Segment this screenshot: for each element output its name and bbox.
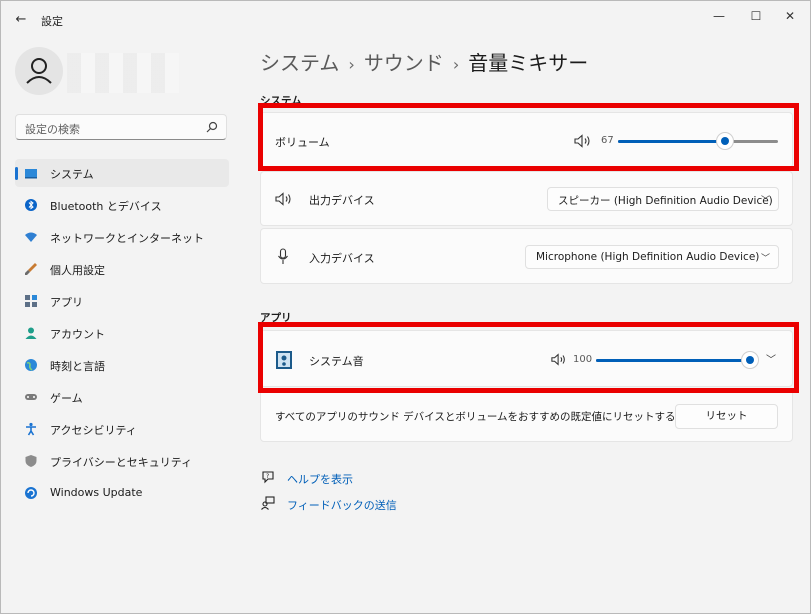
system-icon bbox=[25, 169, 37, 179]
highlight-system-sounds bbox=[258, 322, 799, 393]
app-title: 設定 bbox=[41, 15, 63, 28]
breadcrumb-separator: › bbox=[452, 55, 460, 74]
microphone-icon bbox=[278, 248, 288, 264]
sidebar-item-label: アカウント bbox=[50, 328, 105, 341]
speaker-icon bbox=[275, 192, 291, 206]
sidebar-item-bluetooth[interactable]: Bluetooth とデバイス bbox=[15, 191, 229, 219]
person-icon bbox=[26, 58, 52, 84]
chevron-down-icon: ﹀ bbox=[760, 254, 770, 264]
sidebar-item-time-language[interactable]: 時刻と言語 bbox=[15, 351, 229, 379]
sidebar-item-label: ゲーム bbox=[50, 392, 83, 405]
chevron-down-icon: ﹀ bbox=[760, 196, 770, 206]
sidebar-item-label: ネットワークとインターネット bbox=[50, 232, 204, 245]
globe-icon bbox=[25, 359, 37, 371]
maximize-button[interactable]: ☐ bbox=[741, 5, 771, 27]
brush-icon bbox=[25, 263, 37, 275]
sidebar-item-label: Bluetooth とデバイス bbox=[50, 200, 162, 213]
accessibility-icon bbox=[26, 422, 36, 436]
input-device-card: 入力デバイス Microphone (High Definition Audio… bbox=[260, 228, 793, 284]
svg-text:?: ? bbox=[266, 473, 269, 480]
shield-icon bbox=[25, 455, 37, 467]
feedback-link[interactable]: フィードバックの送信 bbox=[287, 497, 397, 513]
wifi-icon bbox=[25, 232, 37, 242]
input-device-label: 入力デバイス bbox=[309, 252, 375, 265]
sidebar-item-privacy[interactable]: プライバシーとセキュリティ bbox=[15, 447, 229, 475]
output-device-card: 出力デバイス スピーカー (High Definition Audio Devi… bbox=[260, 171, 793, 226]
sidebar-item-account[interactable]: アカウント bbox=[15, 319, 229, 347]
reset-description: すべてのアプリのサウンド デバイスとボリュームをおすすめの既定値にリセットする bbox=[275, 411, 676, 423]
avatar[interactable] bbox=[15, 47, 63, 95]
apps-icon bbox=[25, 295, 37, 307]
breadcrumb-sound[interactable]: サウンド bbox=[364, 51, 444, 75]
sidebar-item-gaming[interactable]: ゲーム bbox=[15, 383, 229, 411]
breadcrumb-system[interactable]: システム bbox=[260, 51, 339, 75]
sidebar-item-label: プライバシーとセキュリティ bbox=[50, 456, 193, 469]
close-button[interactable]: ✕ bbox=[775, 5, 805, 27]
input-device-selected: Microphone (High Definition Audio Device… bbox=[536, 251, 760, 263]
sidebar-item-label: アクセシビリティ bbox=[50, 424, 137, 437]
page-title: 音量ミキサー bbox=[468, 51, 589, 75]
title-bar: ← 設定 — ☐ ✕ bbox=[1, 1, 810, 39]
gamepad-icon bbox=[25, 394, 37, 400]
sidebar-item-label: システム bbox=[50, 168, 94, 181]
sidebar-item-system[interactable]: システム bbox=[15, 159, 229, 187]
breadcrumb-separator: › bbox=[348, 55, 355, 74]
minimize-button[interactable]: — bbox=[704, 5, 734, 27]
back-arrow-icon[interactable]: ← bbox=[12, 11, 30, 29]
bluetooth-icon bbox=[25, 199, 37, 211]
account-icon bbox=[25, 327, 37, 339]
help-link[interactable]: ヘルプを表示 bbox=[287, 471, 353, 487]
search-icon bbox=[206, 121, 218, 133]
reset-card: すべてのアプリのサウンド デバイスとボリュームをおすすめの既定値にリセットする … bbox=[260, 389, 793, 442]
sidebar-item-label: 個人用設定 bbox=[50, 264, 105, 277]
sidebar-item-accessibility[interactable]: アクセシビリティ bbox=[15, 415, 229, 443]
help-icon: ? bbox=[262, 471, 274, 484]
sidebar-item-label: アプリ bbox=[50, 296, 83, 309]
highlight-volume bbox=[258, 103, 799, 171]
search-input[interactable]: 設定の検索 bbox=[15, 114, 227, 140]
search-placeholder: 設定の検索 bbox=[25, 123, 80, 136]
sidebar-item-apps[interactable]: アプリ bbox=[15, 287, 229, 315]
feedback-icon bbox=[261, 496, 275, 510]
sidebar-item-label: Windows Update bbox=[50, 486, 143, 499]
reset-button[interactable]: リセット bbox=[675, 404, 778, 429]
settings-window: ← 設定 — ☐ ✕ 設定の検索 システム Bluetooth とデバイス ネッ… bbox=[0, 0, 811, 614]
output-device-label: 出力デバイス bbox=[309, 194, 375, 207]
active-indicator bbox=[15, 167, 18, 180]
input-device-dropdown[interactable]: Microphone (High Definition Audio Device… bbox=[525, 245, 779, 269]
output-device-selected: スピーカー (High Definition Audio Device) bbox=[558, 195, 773, 207]
sidebar-item-network[interactable]: ネットワークとインターネット bbox=[15, 223, 229, 251]
update-icon bbox=[25, 487, 37, 499]
sidebar-item-personalization[interactable]: 個人用設定 bbox=[15, 255, 229, 283]
breadcrumb: システム › サウンド › 音量ミキサー bbox=[260, 47, 588, 76]
sidebar-item-label: 時刻と言語 bbox=[50, 360, 105, 373]
user-name-blurred bbox=[67, 53, 179, 93]
sidebar-item-windows-update[interactable]: Windows Update bbox=[15, 479, 229, 507]
output-device-dropdown[interactable]: スピーカー (High Definition Audio Device) ﹀ bbox=[547, 187, 779, 211]
